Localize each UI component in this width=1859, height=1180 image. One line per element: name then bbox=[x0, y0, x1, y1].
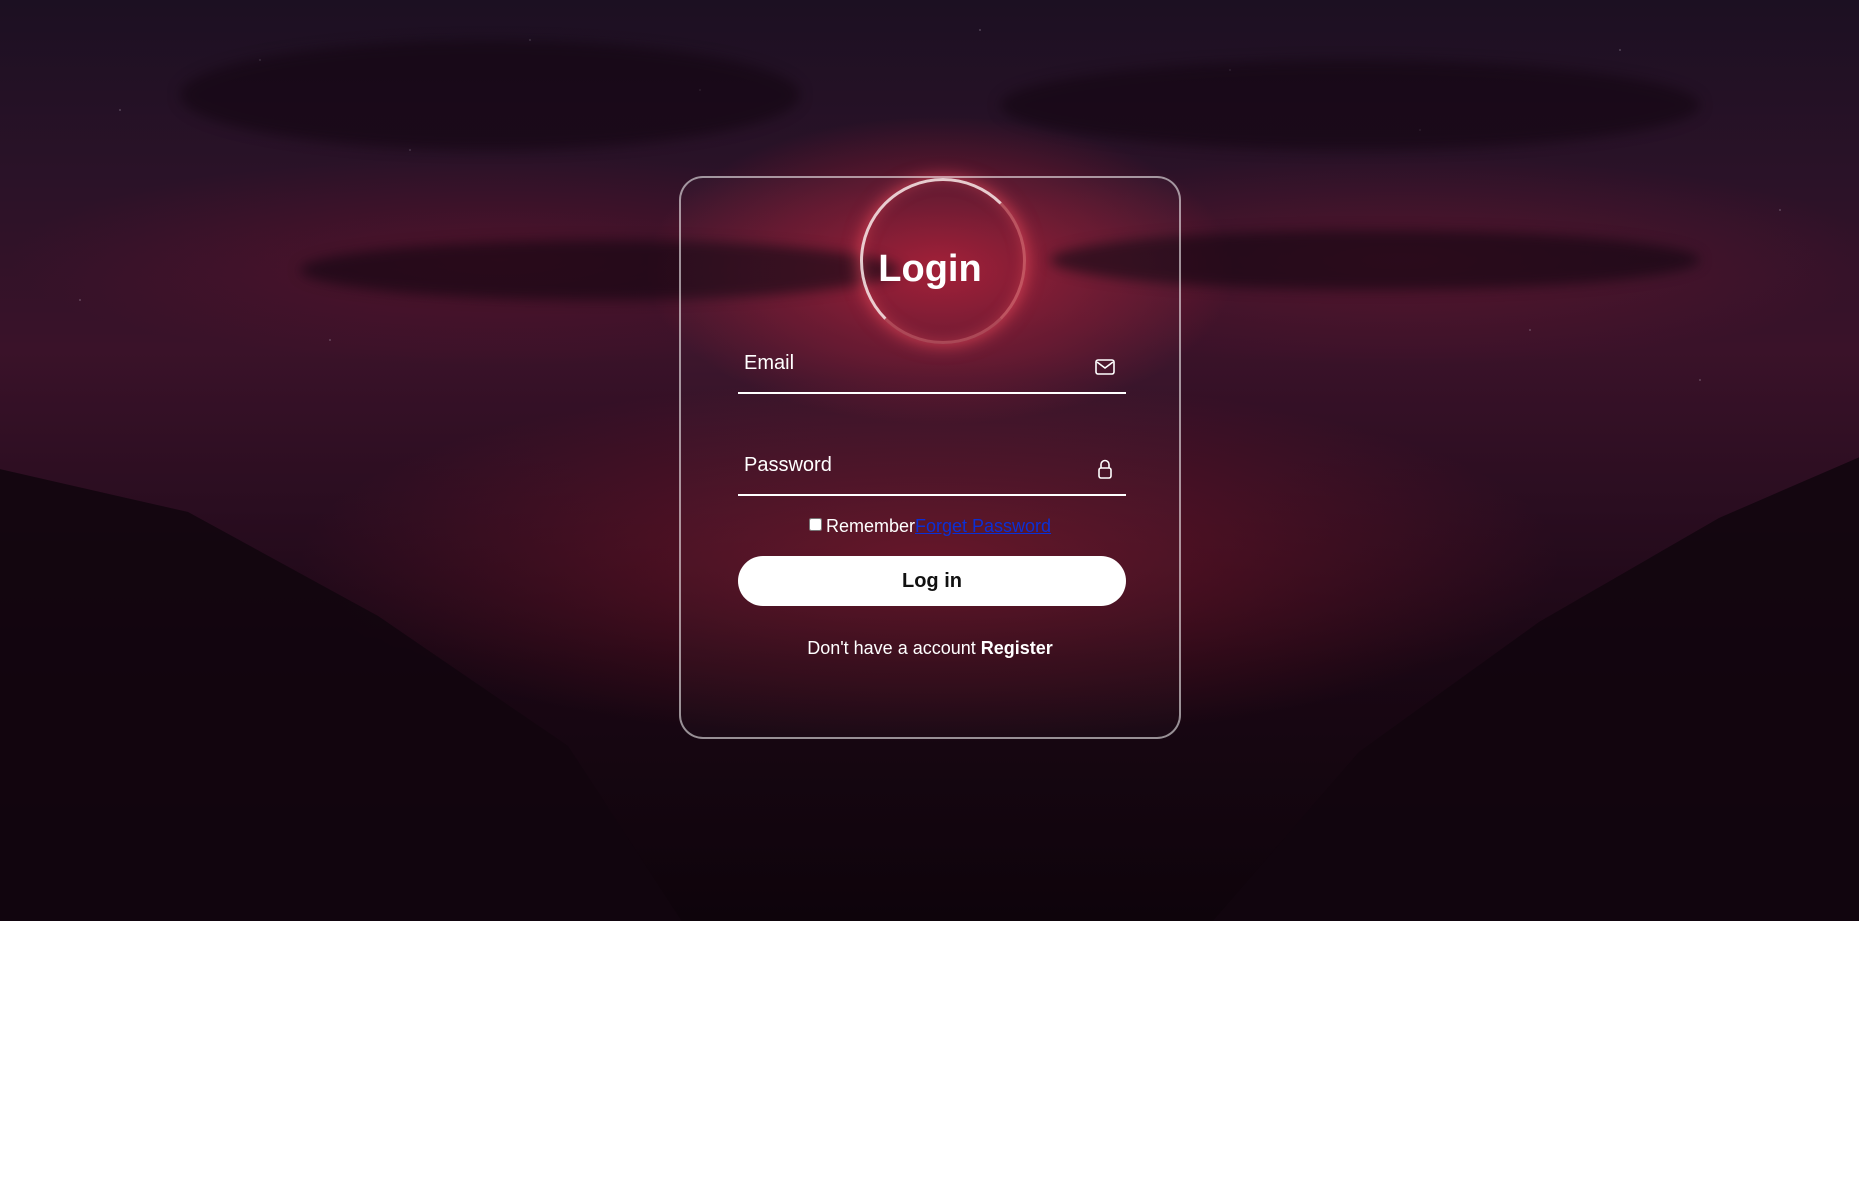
register-row: Don't have a account Register bbox=[681, 638, 1179, 659]
remember-checkbox[interactable] bbox=[808, 518, 822, 531]
register-link[interactable]: Register bbox=[981, 638, 1053, 658]
login-button[interactable]: Log in bbox=[738, 556, 1126, 606]
register-prompt: Don't have a account bbox=[807, 638, 981, 658]
login-title: Login bbox=[878, 248, 982, 290]
mail-icon bbox=[1094, 356, 1116, 378]
lock-icon bbox=[1094, 458, 1116, 480]
email-input[interactable] bbox=[738, 334, 1078, 392]
cloud bbox=[180, 40, 800, 150]
cloud bbox=[1000, 60, 1700, 150]
remember-label: Remember bbox=[825, 516, 915, 536]
email-field bbox=[738, 334, 1126, 394]
forgot-password-link[interactable]: Forget Password bbox=[915, 516, 1051, 536]
remember-row: RememberForget Password bbox=[681, 516, 1179, 537]
login-card: Login RememberForget Password Log in Don… bbox=[679, 176, 1181, 739]
password-input[interactable] bbox=[738, 436, 1078, 494]
password-field bbox=[738, 436, 1126, 496]
